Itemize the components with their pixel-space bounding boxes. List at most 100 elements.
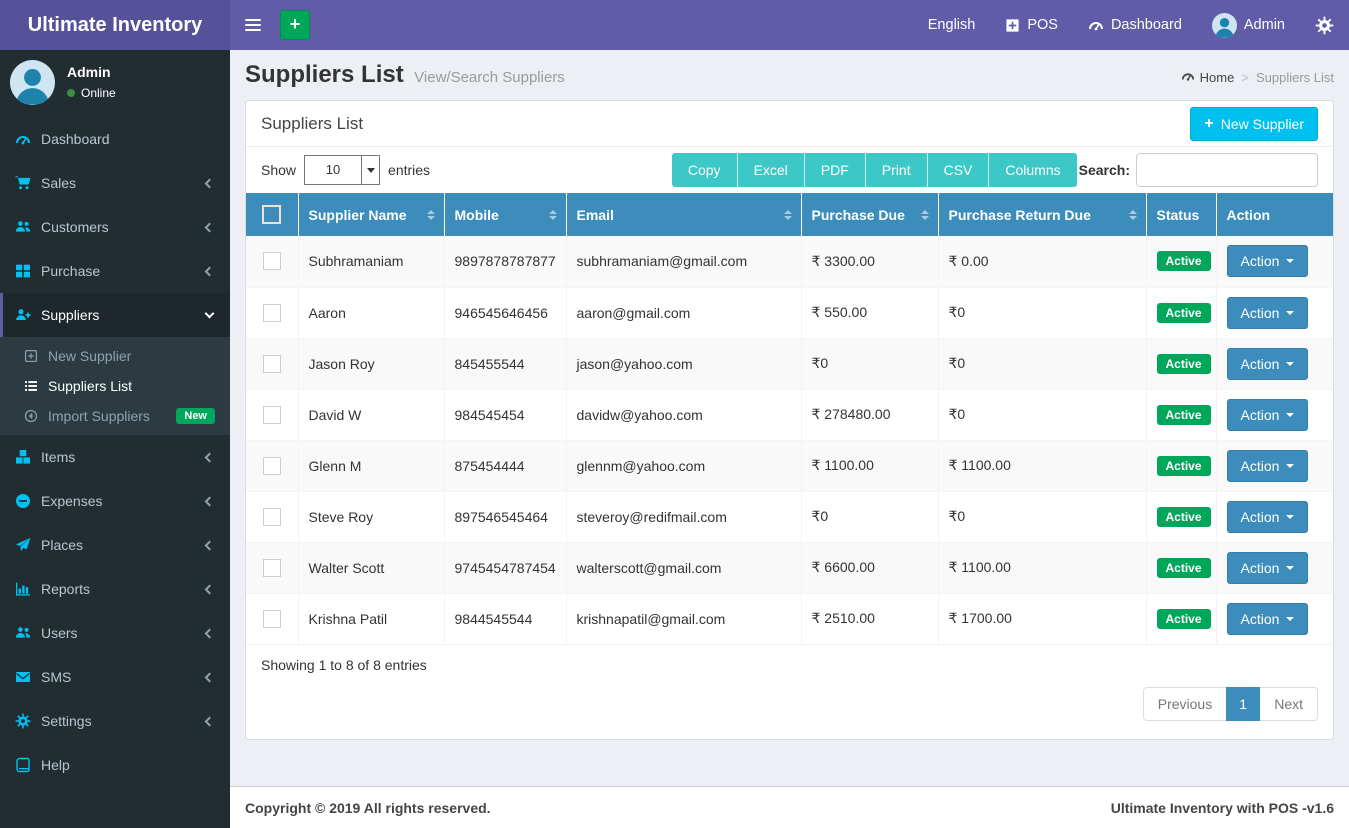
user-menu[interactable]: Admin xyxy=(1197,0,1300,50)
list-icon xyxy=(24,379,48,393)
sidebar-item-items[interactable]: Items xyxy=(0,435,230,479)
sidebar-subitem-suppliers-list[interactable]: Suppliers List xyxy=(0,371,230,401)
cart-icon xyxy=(15,175,41,191)
export-copy-button[interactable]: Copy xyxy=(671,153,737,187)
purchase-return-due-cell: ₹0 xyxy=(938,338,1147,390)
brand-logo[interactable]: Ultimate Inventory xyxy=(0,0,230,50)
action-cell: Action xyxy=(1216,287,1333,339)
export-csv-button[interactable]: CSV xyxy=(926,153,989,187)
page-title: Suppliers List xyxy=(245,61,404,88)
email-cell: jason@yahoo.com xyxy=(566,338,802,390)
email-cell: krishnapatil@gmail.com xyxy=(566,593,802,645)
sidebar-item-settings[interactable]: Settings xyxy=(0,699,230,743)
status-cell: Active xyxy=(1146,338,1217,390)
pagination-page-1-button[interactable]: 1 xyxy=(1226,686,1261,721)
row-checkbox[interactable] xyxy=(262,609,281,628)
bar-chart-icon xyxy=(15,581,41,597)
caret-down-icon xyxy=(1286,514,1295,519)
pagination-previous-button[interactable]: Previous xyxy=(1142,686,1228,721)
sidebar-item-help[interactable]: Help xyxy=(0,743,230,787)
status-cell: Active xyxy=(1146,236,1217,288)
column-header-mobile[interactable]: Mobile xyxy=(444,193,567,236)
export-excel-button[interactable]: Excel xyxy=(736,153,804,187)
status-cell: Active xyxy=(1146,287,1217,339)
supplier-name-cell: Krishna Patil xyxy=(298,593,445,645)
sidebar-item-sales[interactable]: Sales xyxy=(0,161,230,205)
pos-link[interactable]: POS xyxy=(990,0,1073,50)
page-length-select[interactable]: 10 xyxy=(304,155,381,185)
table-row: Subhramaniam 9897878787877 subhramaniam@gm… xyxy=(246,236,1333,288)
breadcrumb-home-link[interactable]: Home xyxy=(1181,69,1234,86)
column-header-email[interactable]: Email xyxy=(566,193,802,236)
action-button[interactable]: Action xyxy=(1226,398,1309,431)
dashboard-link[interactable]: Dashboard xyxy=(1073,0,1197,50)
users-icon xyxy=(15,625,41,641)
mobile-cell: 875454444 xyxy=(444,440,567,492)
arrow-circle-left-icon xyxy=(24,409,48,423)
settings-gear-menu[interactable] xyxy=(1300,0,1349,50)
table-row: Krishna Patil 9844545544 krishnapatil@gmai… xyxy=(246,593,1333,645)
sidebar-item-reports[interactable]: Reports xyxy=(0,567,230,611)
row-checkbox[interactable] xyxy=(262,252,281,271)
sort-icon xyxy=(548,209,557,220)
column-header-purchase-due[interactable]: Purchase Due xyxy=(801,193,939,236)
status-badge: Active xyxy=(1156,557,1211,578)
column-header-supplier-name[interactable]: Supplier Name xyxy=(298,193,445,236)
language-menu[interactable]: English xyxy=(913,0,991,50)
sidebar-item-sms[interactable]: SMS xyxy=(0,655,230,699)
action-button[interactable]: Action xyxy=(1226,602,1309,635)
action-button[interactable]: Action xyxy=(1226,347,1309,380)
email-cell: steveroy@redifmail.com xyxy=(566,491,802,543)
sidebar-subitem-new-supplier[interactable]: New Supplier xyxy=(0,341,230,371)
sidebar-item-places[interactable]: Places xyxy=(0,523,230,567)
row-checkbox[interactable] xyxy=(262,405,281,424)
row-checkbox[interactable] xyxy=(262,354,281,373)
sidebar-item-label: Users xyxy=(41,625,78,641)
sidebar-item-users[interactable]: Users xyxy=(0,611,230,655)
export-pdf-button[interactable]: PDF xyxy=(803,153,865,187)
export-columns-button[interactable]: Columns xyxy=(988,153,1077,187)
online-status-dot xyxy=(67,89,75,97)
search-control: Search: xyxy=(1079,153,1318,187)
sidebar-item-suppliers[interactable]: Suppliers xyxy=(0,293,230,337)
caret-down-icon xyxy=(1286,361,1295,366)
row-checkbox[interactable] xyxy=(262,456,281,475)
sidebar-item-label: Reports xyxy=(41,581,91,597)
action-button[interactable]: Action xyxy=(1226,245,1309,278)
sidebar-toggle-button[interactable] xyxy=(230,0,276,50)
app-window: Ultimate Inventory + English POS Dashboa… xyxy=(0,0,1349,828)
sidebar-user-status[interactable]: Online xyxy=(67,86,116,100)
users-icon xyxy=(15,219,41,235)
search-input[interactable] xyxy=(1136,153,1318,187)
sidebar-item-label: Dashboard xyxy=(41,131,110,147)
sidebar-menu: Dashboard Sales Customers Purchase Suppliers… xyxy=(0,117,230,787)
row-select-cell xyxy=(246,389,299,441)
sidebar-item-expenses[interactable]: Expenses xyxy=(0,479,230,523)
purchase-return-due-cell: ₹ 1100.00 xyxy=(938,542,1147,594)
sidebar-item-customers[interactable]: Customers xyxy=(0,205,230,249)
pagination-next-button[interactable]: Next xyxy=(1259,686,1318,721)
row-select-cell xyxy=(246,491,299,543)
user-avatar xyxy=(1211,12,1237,38)
sidebar-item-dashboard[interactable]: Dashboard xyxy=(0,117,230,161)
gears-icon xyxy=(1315,16,1334,35)
sidebar-subitem-import-suppliers[interactable]: Import Suppliers New xyxy=(0,401,230,431)
action-button[interactable]: Action xyxy=(1226,449,1309,482)
new-supplier-button[interactable]: + New Supplier xyxy=(1190,106,1318,141)
action-button[interactable]: Action xyxy=(1226,296,1309,329)
chevron-left-icon xyxy=(204,452,215,462)
export-print-button[interactable]: Print xyxy=(864,153,927,187)
sidebar-item-purchase[interactable]: Purchase xyxy=(0,249,230,293)
column-header-purchase-return-due[interactable]: Purchase Return Due xyxy=(938,193,1147,236)
row-checkbox[interactable] xyxy=(262,558,281,577)
quick-add-button[interactable]: + xyxy=(280,10,310,40)
panel-title: Suppliers List xyxy=(261,113,364,133)
action-button[interactable]: Action xyxy=(1226,551,1309,584)
row-checkbox[interactable] xyxy=(262,507,281,526)
row-checkbox[interactable] xyxy=(262,303,281,322)
table-toolbar: Show 10 entries Copy Excel PDF Print CSV Colu… xyxy=(246,147,1333,193)
email-cell: glennm@yahoo.com xyxy=(566,440,802,492)
select-all-checkbox[interactable] xyxy=(262,205,282,224)
action-button[interactable]: Action xyxy=(1226,500,1309,533)
sort-icon xyxy=(920,209,929,220)
